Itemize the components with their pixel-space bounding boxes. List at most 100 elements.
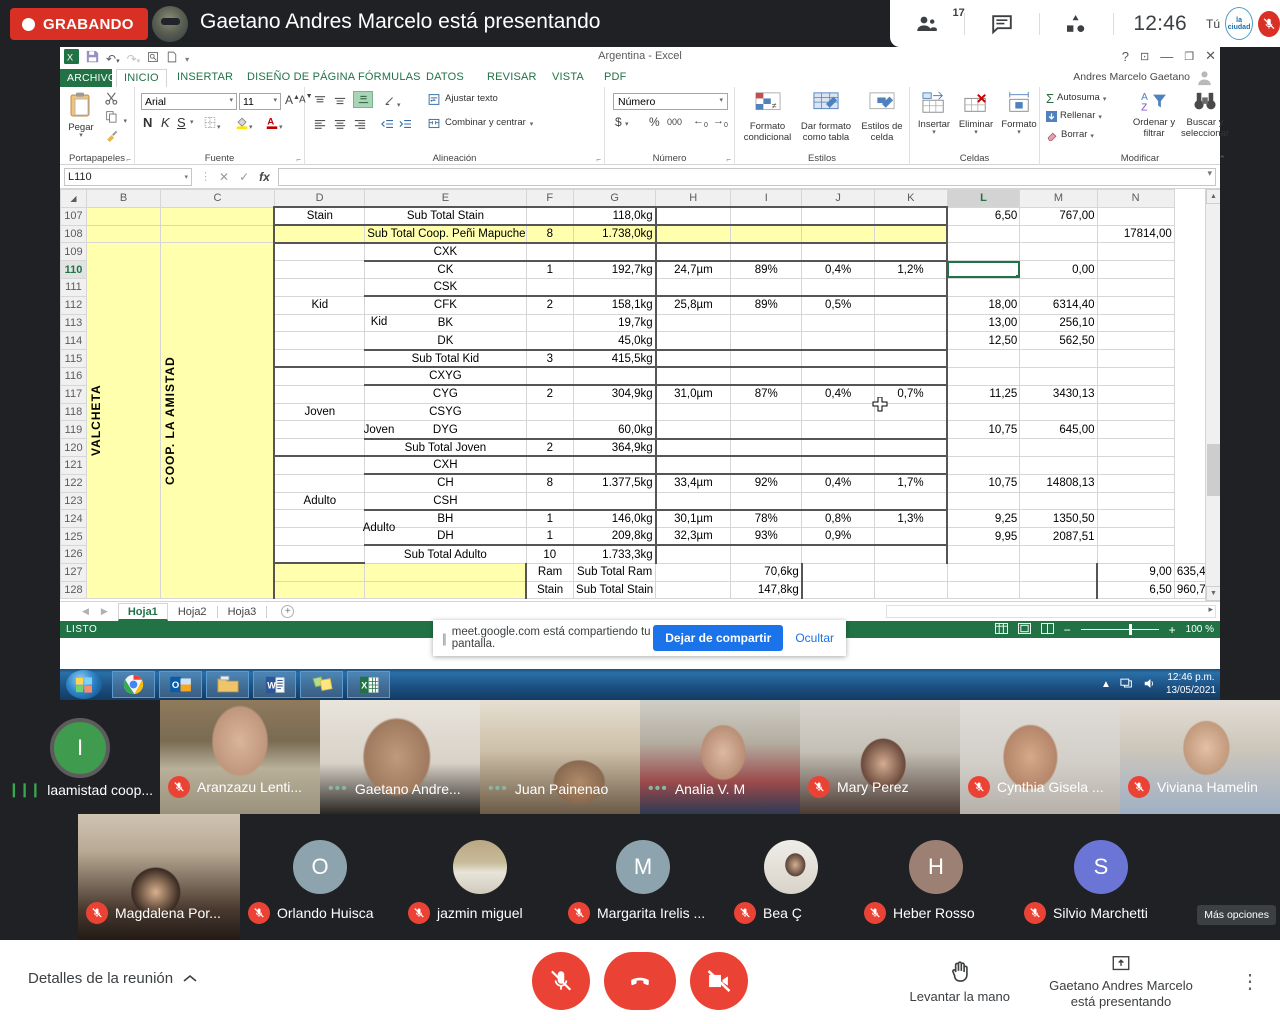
number-dialog-launcher-icon[interactable]: ⌐ xyxy=(726,155,731,164)
cell-M107[interactable]: 767,00 xyxy=(1019,206,1098,226)
cell-E114[interactable]: DK xyxy=(364,331,527,351)
cell-I118[interactable] xyxy=(730,402,803,422)
align-center-button[interactable] xyxy=(333,117,347,135)
cell-M126[interactable] xyxy=(1019,544,1098,564)
cell-C107[interactable] xyxy=(160,206,276,226)
italic-button[interactable]: K xyxy=(161,115,170,130)
cell-E123[interactable]: CSH xyxy=(364,491,527,511)
col-header-H[interactable]: H xyxy=(655,189,732,208)
cell-L113[interactable]: 13,00 xyxy=(946,313,1021,333)
cell-H127[interactable] xyxy=(801,562,875,582)
cell-J107[interactable] xyxy=(801,206,875,226)
cell-F116[interactable] xyxy=(525,366,575,386)
scrollbar-thumb[interactable] xyxy=(1207,444,1220,496)
clipboard-dialog-launcher-icon[interactable]: ⌐ xyxy=(126,155,131,164)
insert-cells-button[interactable]: Insertar ▾ xyxy=(914,91,954,136)
cell-B107[interactable] xyxy=(85,206,162,226)
cell-G117[interactable]: 304,9kg xyxy=(573,384,657,404)
participant-tile[interactable]: H Heber Rosso xyxy=(856,814,1016,940)
percent-format-button[interactable]: % xyxy=(649,115,660,129)
cell-M122[interactable]: 14808,13 xyxy=(1019,473,1098,493)
cell-G121[interactable] xyxy=(573,455,657,475)
cell-J115[interactable] xyxy=(801,348,875,368)
cell-F123[interactable] xyxy=(525,491,575,511)
cell-N118[interactable] xyxy=(1096,402,1175,422)
row-header-118[interactable]: 118 xyxy=(60,402,87,422)
cell-N123[interactable] xyxy=(1096,491,1175,511)
row-header-120[interactable]: 120 xyxy=(60,438,87,457)
cell-J121[interactable] xyxy=(801,455,875,475)
cell-G125[interactable]: 209,8kg xyxy=(573,527,657,546)
col-header-N[interactable]: N xyxy=(1096,189,1175,208)
name-box[interactable]: L110 ▾ xyxy=(64,167,192,186)
row-header-113[interactable]: 113 xyxy=(60,313,87,333)
cell-M112[interactable]: 6314,40 xyxy=(1019,295,1098,315)
cell-M113[interactable]: 256,10 xyxy=(1019,313,1098,333)
participant-tile[interactable]: Aranzazu Lenti... xyxy=(160,700,320,814)
cell-I117[interactable]: 87% xyxy=(730,384,803,404)
tab-datos[interactable]: DATOS xyxy=(419,69,471,87)
cell-G108[interactable]: 1.738,0kg xyxy=(573,224,657,244)
cell-D118[interactable]: Joven xyxy=(273,402,366,422)
cell-D110[interactable] xyxy=(273,260,366,279)
cell-M123[interactable] xyxy=(1019,491,1098,511)
cell-N122[interactable] xyxy=(1096,473,1175,493)
participant-tile[interactable]: Viviana Hamelin xyxy=(1120,700,1280,814)
cell-K120[interactable] xyxy=(873,437,949,458)
col-header-G[interactable]: G xyxy=(573,189,657,208)
spreadsheet-grid[interactable]: ◢ B C D E F G H I J K L M N 107 Stain Su… xyxy=(60,189,1220,601)
cell-F127[interactable] xyxy=(655,562,732,582)
chevron-down-icon[interactable]: ▾ xyxy=(273,96,277,107)
cell-E116[interactable]: CXYG xyxy=(364,366,527,386)
format-painter-button[interactable] xyxy=(104,129,119,148)
minimize-button[interactable]: — xyxy=(1160,49,1173,64)
cell-E108[interactable]: Sub Total Coop. Peñi Mapuche xyxy=(364,224,527,244)
cell-K123[interactable] xyxy=(873,491,949,511)
col-header-M[interactable]: M xyxy=(1019,189,1098,208)
cell-H121[interactable] xyxy=(655,455,732,475)
cell-K117[interactable]: 0,7% xyxy=(873,384,949,404)
cell-E120[interactable]: Sub Total Joven xyxy=(364,437,527,458)
ribbon-tab-strip[interactable]: ARCHIVO INICIO INSERTAR DISEÑO DE PÁGINA… xyxy=(60,69,1220,87)
align-top-button[interactable] xyxy=(313,94,327,112)
cell-L109[interactable] xyxy=(946,242,1021,262)
cell-styles-button[interactable]: Estilos de celda xyxy=(857,91,907,143)
cell-G123[interactable] xyxy=(573,491,657,511)
cell-J127[interactable] xyxy=(946,562,1021,582)
cell-F128[interactable] xyxy=(655,580,732,600)
stop-sharing-button[interactable]: Dejar de compartir xyxy=(653,625,784,651)
alignment-dialog-launcher-icon[interactable]: ⌐ xyxy=(596,155,601,164)
cell-G118[interactable] xyxy=(573,402,657,422)
tab-vista[interactable]: VISTA xyxy=(545,69,591,87)
cell-J128[interactable] xyxy=(946,580,1021,600)
font-color-button[interactable]: A ▾ xyxy=(265,115,283,134)
thousands-format-button[interactable]: 000 xyxy=(667,117,682,127)
cell-K114[interactable] xyxy=(873,331,949,351)
participant-tile[interactable]: ••• Juan Painenao xyxy=(480,700,640,814)
cell-L110-selected[interactable] xyxy=(946,260,1021,279)
cell-H111[interactable] xyxy=(655,277,732,297)
cell-L126[interactable] xyxy=(946,544,1021,564)
cell-N113[interactable] xyxy=(1096,313,1175,333)
cell-K108[interactable] xyxy=(873,224,949,244)
excel-icon[interactable]: X xyxy=(347,671,390,698)
cell-H113[interactable] xyxy=(655,313,732,333)
cell-J108[interactable] xyxy=(801,224,875,244)
cell-I123[interactable] xyxy=(730,491,803,511)
cell-J119[interactable] xyxy=(801,420,875,440)
sheet-nav-arrows[interactable]: ◀ ▶ xyxy=(82,606,108,617)
cell-L125[interactable]: 9,95 xyxy=(946,527,1021,546)
cell-D119[interactable] xyxy=(273,420,366,440)
cell-L115[interactable] xyxy=(946,349,1021,368)
account-name[interactable]: Andres Marcelo Gaetano xyxy=(1073,71,1190,83)
cell-B109-merged[interactable]: VALCHETA xyxy=(85,242,162,600)
cell-I127[interactable] xyxy=(873,562,948,582)
cell-E112[interactable]: CFK xyxy=(364,295,527,315)
copy-button[interactable]: ▾ xyxy=(104,110,127,128)
cell-E125[interactable]: DH xyxy=(364,527,527,546)
cell-F118[interactable] xyxy=(525,402,575,422)
cell-M110[interactable]: 0,00 xyxy=(1019,260,1098,279)
help-button[interactable]: ? xyxy=(1122,49,1129,64)
participant-tile[interactable]: Mary Perez xyxy=(800,700,960,814)
cell-J122[interactable]: 0,4% xyxy=(801,473,875,493)
